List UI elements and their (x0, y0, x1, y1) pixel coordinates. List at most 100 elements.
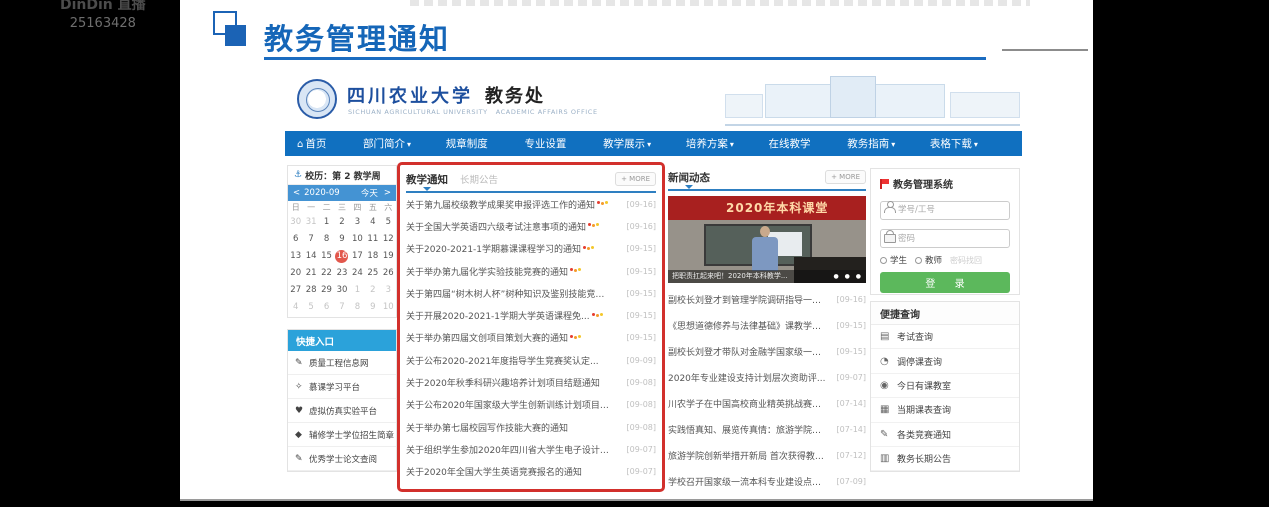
calendar-day[interactable]: 8 (319, 231, 334, 248)
calendar-day[interactable]: 18 (365, 248, 380, 265)
teacher-radio[interactable] (915, 257, 922, 264)
nav-item[interactable]: 部门简介▾ (361, 136, 411, 151)
calendar-day[interactable]: 23 (334, 265, 349, 282)
news-list-item[interactable]: 川农学子在中国高校商业精英挑战赛中再... [07-14] (668, 390, 866, 416)
notice-list-item[interactable]: 关于公布2020年国家级大学生创新训练计划项目名... [09-08] (406, 394, 656, 416)
today-button[interactable]: 今天 (361, 187, 378, 199)
query-list-item[interactable]: ◉ 今日有课教室 (871, 374, 1019, 398)
login-button[interactable]: 登 录 (880, 272, 1010, 293)
calendar-day[interactable]: 8 (350, 299, 365, 316)
forgot-password-link[interactable]: 密码找回 (950, 255, 982, 266)
notices-more-button[interactable]: + MORE (615, 172, 656, 186)
student-id-input[interactable] (880, 201, 1010, 220)
calendar-day[interactable]: 6 (288, 231, 303, 248)
calendar-day[interactable]: 5 (381, 214, 396, 231)
notice-list-item[interactable]: 关于举办第九届化学实验技能竞赛的通知 [09-15] (406, 260, 656, 282)
student-radio[interactable] (880, 257, 887, 264)
quick-entry-item[interactable]: ✧ 慕课学习平台 (288, 375, 396, 399)
calendar-day[interactable]: 9 (365, 299, 380, 316)
calendar-day[interactable]: 2 (334, 214, 349, 231)
calendar-day[interactable]: 10 (350, 231, 365, 248)
query-list-item[interactable]: ▤ 考试查询 (871, 325, 1019, 349)
calendar-day[interactable]: 13 (288, 248, 303, 265)
carousel-dots[interactable]: ● ● ● (833, 273, 863, 280)
quick-entry-item[interactable]: ◆ 辅修学士学位招生简章 (288, 423, 396, 447)
calendar-day[interactable]: 15 (319, 248, 334, 265)
nav-item[interactable]: 培养方案▾ (684, 136, 734, 151)
news-more-button[interactable]: + MORE (825, 170, 866, 184)
student-radio-label[interactable]: 学生 (890, 254, 907, 266)
calendar-day[interactable]: 19 (381, 248, 396, 265)
notice-list-item[interactable]: 关于举办第四届文创项目策划大赛的通知 [09-15] (406, 327, 656, 349)
teacher-radio-label[interactable]: 教师 (925, 254, 942, 266)
nav-item[interactable]: 教学展示▾ (601, 136, 651, 151)
calendar-day[interactable]: 1 (350, 282, 365, 299)
news-list-item[interactable]: 实践悟真知、展览传真情：旅游学院全面... [07-14] (668, 416, 866, 442)
quick-entry-item[interactable]: ♥ 虚拟仿真实验平台 (288, 399, 396, 423)
calendar-day[interactable]: 7 (303, 231, 318, 248)
calendar-day[interactable]: 22 (319, 265, 334, 282)
calendar-day[interactable]: 3 (381, 282, 396, 299)
nav-item[interactable]: 教务指南▾ (845, 136, 895, 151)
password-input[interactable] (880, 229, 1010, 248)
calendar-day[interactable]: 2 (365, 282, 380, 299)
nav-item[interactable]: 在线教学 (767, 136, 813, 151)
news-carousel-photo[interactable]: 2020年本科课堂 把职责扛起来吧！2020年本科教学... ● ● ● (668, 196, 866, 283)
calendar-day[interactable]: 27 (288, 282, 303, 299)
tab-longterm-announcements[interactable]: 长期公告 (460, 172, 498, 186)
notice-list-item[interactable]: 关于全国大学英语四六级考试注意事项的通知 [09-16] (406, 215, 656, 237)
calendar-day[interactable]: 4 (365, 214, 380, 231)
quick-entry-item[interactable]: ✎ 质量工程信息网 (288, 351, 396, 375)
nav-item[interactable]: ⌂首页 (297, 136, 328, 151)
nav-item[interactable]: 表格下载▾ (928, 136, 978, 151)
calendar-day[interactable]: 7 (334, 299, 349, 316)
calendar-day[interactable]: 3 (350, 214, 365, 231)
prev-month-button[interactable]: < (293, 188, 300, 198)
calendar-day[interactable]: 10 (381, 299, 396, 316)
news-list-item[interactable]: 《思想道德修养与法律基础》课教学展评... [09-15] (668, 312, 866, 338)
calendar-day[interactable]: 6 (319, 299, 334, 316)
calendar-day[interactable]: 24 (350, 265, 365, 282)
calendar-day[interactable]: 5 (303, 299, 318, 316)
calendar-day[interactable]: 9 (334, 231, 349, 248)
calendar-day[interactable]: 21 (303, 265, 318, 282)
next-month-button[interactable]: > (384, 188, 391, 198)
query-list-item[interactable]: ✎ 各类竞赛通知 (871, 423, 1019, 447)
tab-news[interactable]: 新闻动态 (668, 170, 710, 185)
news-list-item[interactable]: 2020年专业建设支持计划层次资助评... [09-07] (668, 364, 866, 390)
calendar-day[interactable]: 30 (334, 282, 349, 299)
calendar-day[interactable]: 17 (350, 248, 365, 265)
notice-list-item[interactable]: 关于第九届校级教学成果奖申报评选工作的通知 [09-16] (406, 193, 656, 215)
notice-list-item[interactable]: 关于公布2020-2021年度指导学生竞赛奖认定... [09-09] (406, 349, 656, 371)
query-list-item[interactable]: ◔ 调停课查询 (871, 349, 1019, 373)
news-list-item[interactable]: 副校长刘登才到管理学院调研指导一流本... [09-16] (668, 286, 866, 312)
calendar-day[interactable]: 25 (365, 265, 380, 282)
news-list-item[interactable]: 学校召开国家级一流本科专业建设点申报... [07-09] (668, 468, 866, 494)
calendar-day[interactable]: 26 (381, 265, 396, 282)
query-list-item[interactable]: ▦ 当期课表查询 (871, 398, 1019, 422)
calendar-day[interactable]: 12 (381, 231, 396, 248)
quick-entry-item[interactable]: ✎ 优秀学士论文查阅 (288, 447, 396, 471)
calendar-day[interactable]: 11 (365, 231, 380, 248)
calendar-day[interactable]: 16 (334, 248, 349, 265)
calendar-day[interactable]: 1 (319, 214, 334, 231)
calendar-day[interactable]: 14 (303, 248, 318, 265)
nav-item[interactable]: 专业设置 (522, 136, 568, 151)
notice-list-item[interactable]: 关于2020年全国大学生英语竞赛报名的通知 [09-07] (406, 461, 656, 483)
news-list-item[interactable]: 旅游学院创新举措开新局 首次获得教学... [07-12] (668, 442, 866, 468)
notice-list-item[interactable]: 关于组织学生参加2020年四川省大学生电子设计竞... [09-07] (406, 438, 656, 460)
notice-list-item[interactable]: 关于举办第七届校园写作技能大赛的通知 [09-08] (406, 416, 656, 438)
query-list-item[interactable]: ▥ 教务长期公告 (871, 447, 1019, 471)
notice-list-item[interactable]: 关于2020年秋季科研兴趣培养计划项目结题通知 [09-08] (406, 371, 656, 393)
nav-item[interactable]: 规章制度 (444, 136, 490, 151)
notice-list-item[interactable]: 关于2020-2021-1学期慕课课程学习的通知 [09-15] (406, 238, 656, 260)
calendar-day[interactable]: 28 (303, 282, 318, 299)
notice-list-item[interactable]: 关于第四届“树木树人杯”树种知识及鉴别技能竞赛报... [09-15] (406, 282, 656, 304)
calendar-day[interactable]: 30 (288, 214, 303, 231)
calendar-day[interactable]: 4 (288, 299, 303, 316)
calendar-day[interactable]: 29 (319, 282, 334, 299)
news-list-item[interactable]: 副校长刘登才带队对金融学国家级一流本... [09-15] (668, 338, 866, 364)
notice-list-item[interactable]: 关于开展2020-2021-1学期大学英语课程免... [09-15] (406, 304, 656, 326)
calendar-day[interactable]: 20 (288, 265, 303, 282)
tab-teaching-notices[interactable]: 教学通知 (406, 172, 448, 187)
